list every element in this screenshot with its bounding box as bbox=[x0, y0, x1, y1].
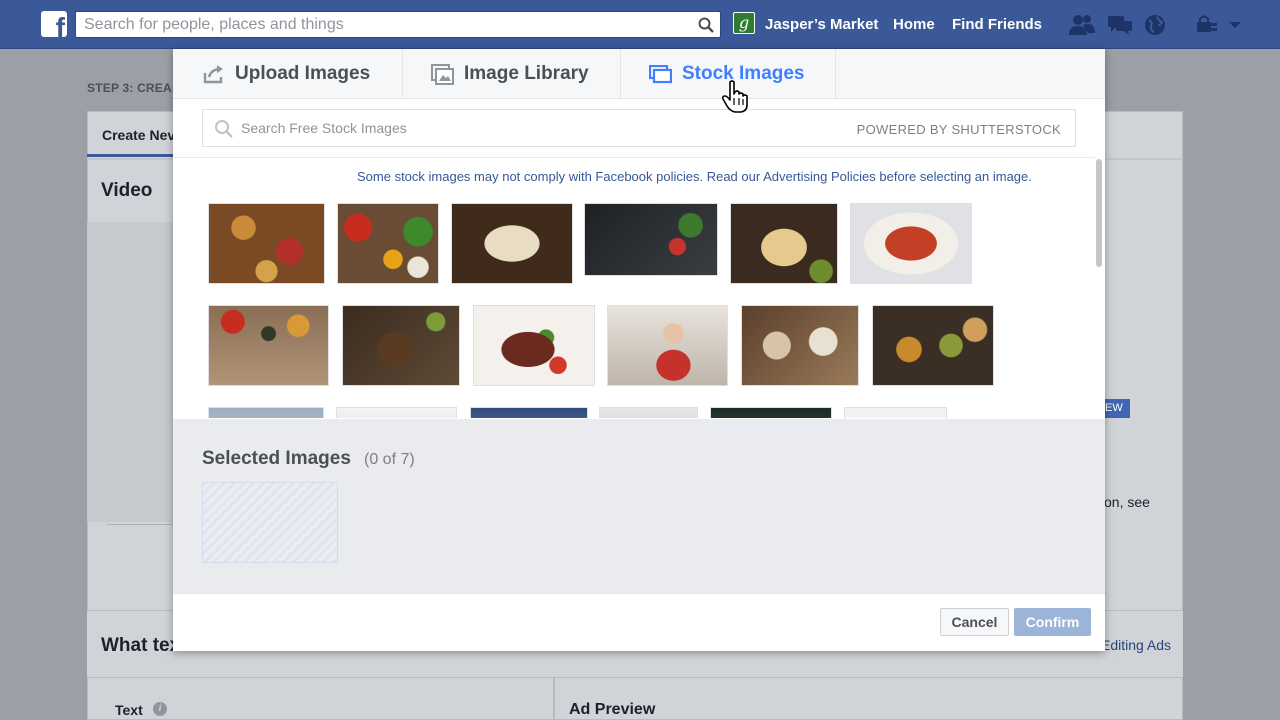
top-navigation-bar: f g Jasper’s Market Home Find Friends bbox=[0, 0, 1280, 49]
tab-divider bbox=[835, 49, 836, 99]
stock-image-row3-1[interactable] bbox=[208, 407, 324, 418]
stock-image-waitress[interactable] bbox=[607, 305, 728, 386]
stock-search-box: POWERED BY SHUTTERSTOCK bbox=[202, 109, 1076, 147]
powered-by-shutterstock: POWERED BY SHUTTERSTOCK bbox=[856, 122, 1061, 137]
stock-image-tacos[interactable] bbox=[730, 203, 838, 284]
info-icon[interactable]: i bbox=[153, 702, 167, 716]
tab-upload-images-label: Upload Images bbox=[235, 63, 371, 84]
new-badge: EW bbox=[1103, 399, 1130, 418]
separator bbox=[107, 524, 175, 525]
avatar: g bbox=[733, 12, 755, 34]
stock-image-grid: Some stock images may not comply with Fa… bbox=[173, 157, 1095, 418]
stock-image-curry-bowls[interactable] bbox=[872, 305, 994, 386]
global-search-box bbox=[75, 11, 721, 38]
image-source-tabs: Upload Images Image Library Stock Images bbox=[173, 49, 1105, 99]
tab-create-new[interactable]: Create Nev bbox=[87, 111, 177, 157]
tab-image-library-label: Image Library bbox=[464, 63, 589, 84]
facebook-logo-icon[interactable]: f bbox=[41, 11, 67, 37]
notifications-globe-icon[interactable] bbox=[1143, 13, 1167, 37]
home-link[interactable]: Home bbox=[893, 16, 935, 33]
stock-image-row3-4[interactable] bbox=[599, 407, 698, 418]
stock-image-row3-3[interactable] bbox=[470, 407, 588, 418]
privacy-shortcuts-icon[interactable] bbox=[1196, 13, 1220, 37]
text-label: Text bbox=[115, 702, 143, 718]
search-icon bbox=[215, 120, 233, 138]
upload-icon bbox=[203, 65, 223, 84]
tab-divider bbox=[402, 49, 403, 99]
stock-image-tomatoes-herbs[interactable] bbox=[208, 305, 329, 386]
step-label: STEP 3: CREA bbox=[87, 81, 172, 95]
stock-image-phones-food[interactable] bbox=[741, 305, 859, 386]
stock-image-ravioli[interactable] bbox=[850, 203, 972, 284]
tab-upload-images[interactable]: Upload Images bbox=[203, 49, 370, 99]
profile-name-link[interactable]: Jasper’s Market bbox=[765, 16, 878, 33]
selected-images-title: Selected Images bbox=[202, 448, 351, 469]
stock-image-dark-spices[interactable] bbox=[584, 203, 718, 276]
search-icon[interactable] bbox=[692, 12, 720, 37]
help-text-fragment: on, see bbox=[1104, 494, 1150, 510]
profile-link[interactable]: g bbox=[733, 12, 755, 34]
text-links-title: What tex bbox=[101, 635, 181, 656]
stock-search-input[interactable] bbox=[241, 118, 841, 138]
cancel-button[interactable]: Cancel bbox=[940, 608, 1009, 636]
video-section-title: Video bbox=[101, 180, 153, 201]
tab-image-library[interactable]: Image Library bbox=[431, 49, 589, 99]
hand-cursor-icon bbox=[721, 80, 748, 113]
video-area bbox=[87, 222, 175, 522]
ad-preview-title: Ad Preview bbox=[569, 701, 656, 718]
editing-ads-link[interactable]: Editing Ads bbox=[1101, 637, 1171, 653]
selected-images-area: Selected Images (0 of 7) bbox=[173, 419, 1105, 593]
tab-divider bbox=[620, 49, 621, 99]
image-picker-dialog: Upload Images Image Library Stock Images… bbox=[173, 49, 1105, 651]
stock-images-icon bbox=[649, 64, 672, 83]
stock-image-row3-2[interactable] bbox=[336, 407, 457, 418]
find-friends-link[interactable]: Find Friends bbox=[952, 16, 1042, 33]
policy-notice[interactable]: Some stock images may not comply with Fa… bbox=[357, 169, 1032, 184]
image-library-icon bbox=[431, 63, 454, 85]
messages-icon[interactable] bbox=[1107, 13, 1132, 37]
selected-images-count: (0 of 7) bbox=[364, 451, 415, 468]
stock-image-row3-6[interactable] bbox=[844, 407, 947, 418]
friend-requests-icon[interactable] bbox=[1069, 13, 1095, 37]
stock-image-burgers-pizza[interactable] bbox=[208, 203, 325, 284]
confirm-button[interactable]: Confirm bbox=[1014, 608, 1091, 636]
stock-image-vegetables[interactable] bbox=[337, 203, 439, 284]
stock-image-row3-5[interactable] bbox=[710, 407, 832, 418]
selected-image-placeholder bbox=[202, 482, 338, 563]
account-menu-chevron-down-icon[interactable] bbox=[1228, 13, 1252, 37]
stock-image-cutting-board[interactable] bbox=[342, 305, 460, 386]
stock-image-world-map-flour[interactable] bbox=[451, 203, 573, 284]
global-search-input[interactable] bbox=[84, 15, 684, 35]
dialog-footer: Cancel Confirm bbox=[173, 593, 1105, 651]
image-grid-scrollbar[interactable] bbox=[1096, 159, 1102, 267]
stock-image-steak[interactable] bbox=[473, 305, 595, 386]
